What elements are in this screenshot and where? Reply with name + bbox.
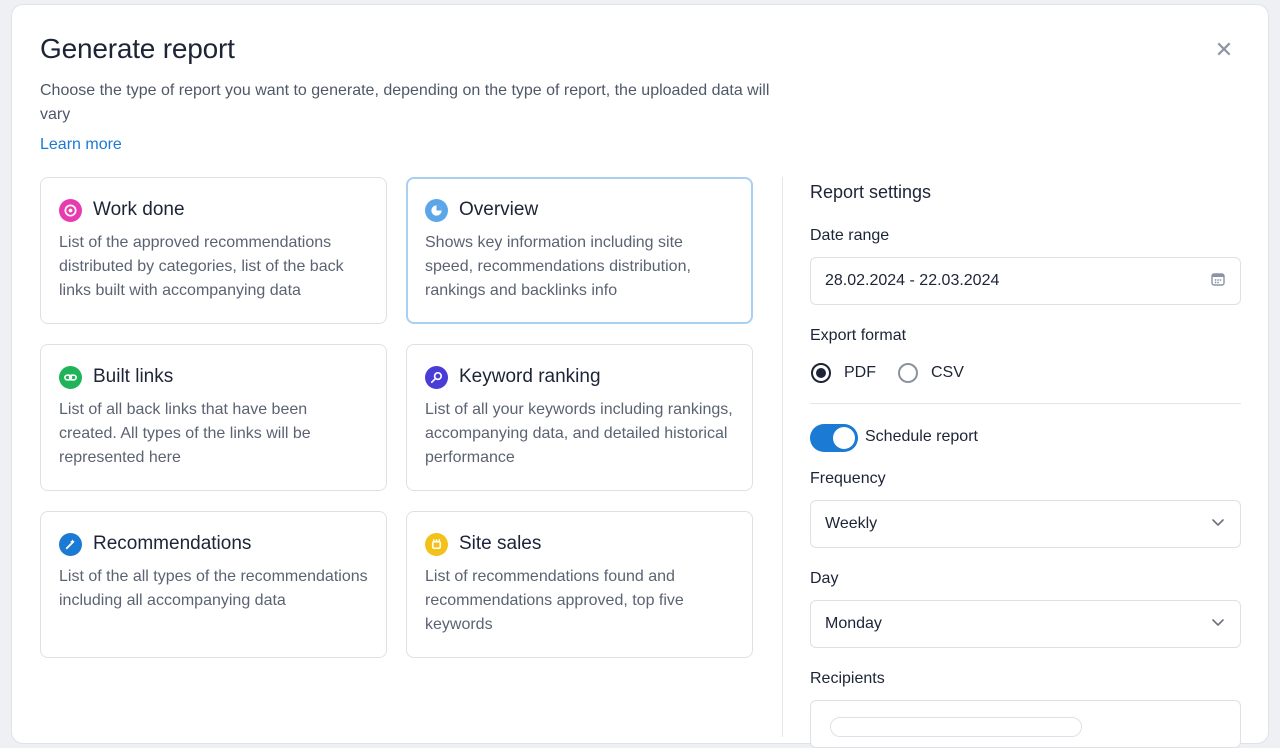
schedule-report-toggle[interactable] [810,424,858,452]
dialog-subtitle: Choose the type of report you want to ge… [40,82,770,123]
radio-csv[interactable] [898,363,918,383]
overview-icon [425,198,448,222]
export-format-label: Export format [810,327,907,344]
day-select[interactable]: Monday [810,600,1241,648]
card-description: Shows key information including site spe… [425,234,691,299]
section-divider [782,177,783,737]
card-description: List of all back links that have been cr… [59,401,311,466]
settings-divider [810,403,1241,404]
schedule-report-label: Schedule report [865,428,978,445]
calendar-icon[interactable] [1210,271,1226,292]
generate-report-dialog: Generate report ✕ Choose the type of rep… [11,4,1269,748]
chevron-down-icon [1210,614,1226,635]
recommendations-icon [59,532,82,556]
dialog-title: Generate report [40,33,235,64]
frequency-select[interactable]: Weekly [810,500,1241,548]
radio-pdf[interactable] [811,363,831,383]
report-card-keyword-ranking[interactable]: Keyword ranking List of all your keyword… [406,344,753,491]
date-range-value: 28.02.2024 - 22.03.2024 [825,272,1000,289]
close-icon[interactable]: ✕ [1213,39,1235,61]
chevron-down-icon [1210,514,1226,535]
report-card-overview[interactable]: Overview Shows key information including… [406,177,753,324]
day-label: Day [810,570,839,587]
day-value: Monday [825,615,882,632]
report-card-work-done[interactable]: Work done List of the approved recommend… [40,177,387,324]
date-range-label: Date range [810,227,890,244]
radio-csv-label: CSV [931,364,964,381]
frequency-label: Frequency [810,470,886,487]
report-card-site-sales[interactable]: Site sales List of recommendations found… [406,511,753,658]
work-done-icon [59,198,82,222]
report-card-built-links[interactable]: Built links List of all back links that … [40,344,387,491]
recipients-label: Recipients [810,670,885,687]
date-range-field[interactable]: 28.02.2024 - 22.03.2024 [810,257,1241,305]
card-title: Recommendations [93,533,252,554]
keyword-icon [425,365,448,389]
card-title: Work done [93,199,185,220]
report-card-recommendations[interactable]: Recommendations List of the all types of… [40,511,387,658]
report-settings-title: Report settings [810,182,932,202]
card-title: Overview [459,199,539,220]
card-description: List of all your keywords including rank… [425,401,733,466]
frequency-value: Weekly [825,515,878,532]
radio-pdf-label: PDF [844,364,876,381]
card-title: Keyword ranking [459,366,601,387]
card-description: List of the approved recommendations dis… [59,234,344,299]
export-format-options: PDF CSV [811,363,986,383]
card-description: List of recommendations found and recomm… [425,568,684,633]
card-title: Site sales [459,533,542,554]
card-description: List of the all types of the recommendat… [59,568,368,609]
recipient-chip[interactable] [830,717,1082,737]
learn-more-link[interactable]: Learn more [40,136,122,154]
site-sales-icon [425,532,448,556]
link-icon [59,365,82,389]
card-title: Built links [93,366,174,387]
